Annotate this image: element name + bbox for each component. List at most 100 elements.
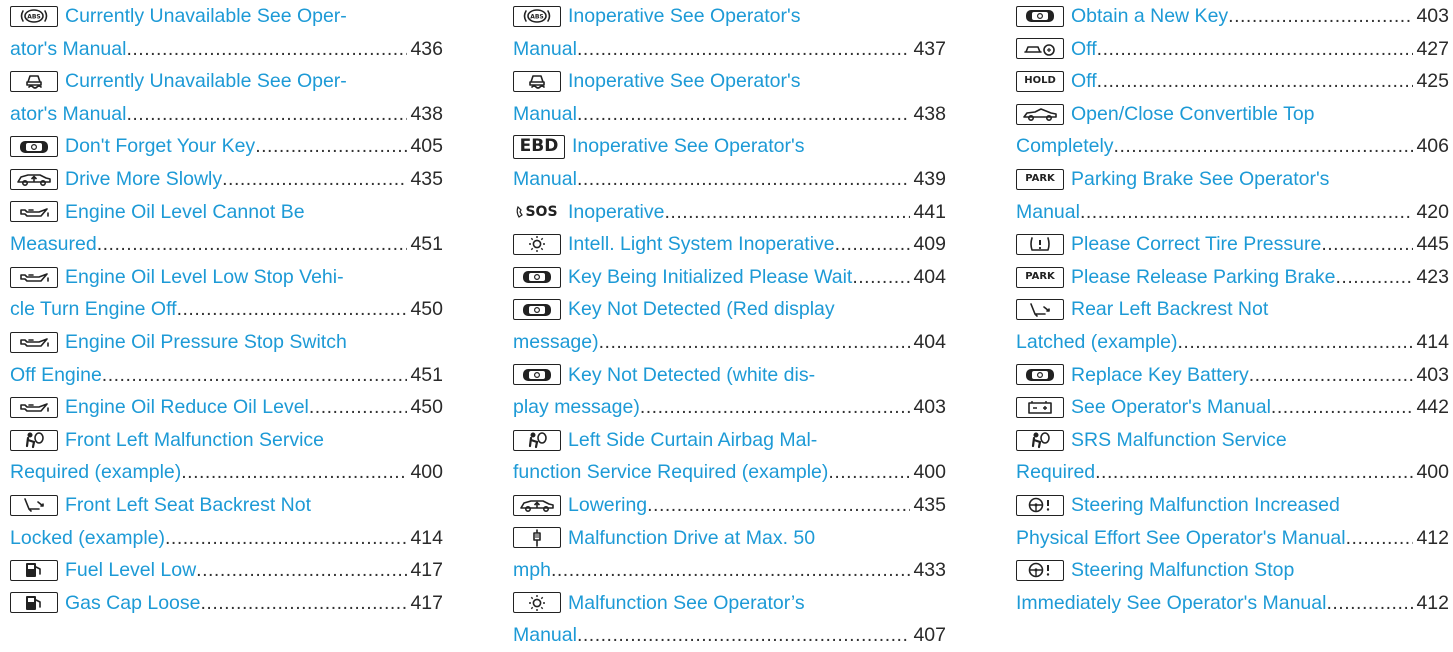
index-entry[interactable]: Engine Oil Pressure Stop Switch Off Engin…: [10, 326, 443, 391]
index-entry-continuation-line: Completely 406: [1016, 130, 1449, 163]
index-entry-text[interactable]: Latched (example): [1016, 326, 1178, 359]
index-entry-text[interactable]: Intell. Light System Inoperative: [568, 228, 835, 261]
index-entry-text[interactable]: See Operator's Manual: [1071, 391, 1271, 424]
index-entry-text[interactable]: message): [513, 326, 599, 359]
index-entry-text[interactable]: Drive More Slowly: [65, 163, 222, 196]
index-entry-text[interactable]: Currently Unavailable See Oper-: [65, 65, 347, 98]
index-entry[interactable]: HOLD Off 425: [1016, 65, 1449, 98]
index-entry[interactable]: Malfunction Drive at Max. 50 mph 433: [513, 522, 946, 587]
index-entry[interactable]: Left Side Curtain Airbag Mal-function Se…: [513, 424, 946, 489]
index-entry-text[interactable]: Left Side Curtain Airbag Mal-: [568, 424, 817, 457]
index-entry[interactable]: PARK Parking Brake See Operator'sManual 42…: [1016, 163, 1449, 228]
index-entry[interactable]: Engine Oil Reduce Oil Level 450: [10, 391, 443, 424]
index-entry-text[interactable]: Malfunction Drive at Max. 50: [568, 522, 815, 555]
index-entry[interactable]: Fuel Level Low 417: [10, 554, 443, 587]
index-entry-text[interactable]: function Service Required (example): [513, 456, 828, 489]
index-entry[interactable]: Key Not Detected (Red displaymessage) 404: [513, 293, 946, 358]
index-entry-text[interactable]: Steering Malfunction Increased: [1071, 489, 1340, 522]
index-entry[interactable]: Don't Forget Your Key 405: [10, 130, 443, 163]
index-entry-text[interactable]: Don't Forget Your Key: [65, 130, 255, 163]
index-entry[interactable]: Front Left Seat Backrest Not Locked (exam…: [10, 489, 443, 554]
index-entry[interactable]: Rear Left Backrest NotLatched (example) 4…: [1016, 293, 1449, 358]
index-entry-first-line: Obtain a New Key 403: [1016, 0, 1449, 33]
index-entry[interactable]: See Operator's Manual 442: [1016, 391, 1449, 424]
index-entry-text[interactable]: Manual: [513, 33, 577, 66]
index-entry-text[interactable]: Off: [1071, 33, 1097, 66]
index-entry-first-line: Front Left Seat Backrest Not: [10, 489, 443, 522]
index-entry-text[interactable]: Key Not Detected (white dis-: [568, 359, 815, 392]
index-entry-text[interactable]: Please Release Parking Brake: [1071, 261, 1335, 294]
index-entry[interactable]: Lowering 435: [513, 489, 946, 522]
index-entry-text[interactable]: Immediately See Operator's Manual: [1016, 587, 1326, 620]
index-entry-text[interactable]: Locked (example): [10, 522, 165, 555]
index-entry-first-line: HOLD Off 425: [1016, 65, 1449, 98]
index-entry-text[interactable]: Please Correct Tire Pressure: [1071, 228, 1321, 261]
index-entry-text[interactable]: Replace Key Battery: [1071, 359, 1249, 392]
index-entry[interactable]: Steering Malfunction Stop Immediately See…: [1016, 554, 1449, 619]
index-entry-text[interactable]: Engine Oil Level Low Stop Vehi-: [65, 261, 344, 294]
index-entry-text[interactable]: mph: [513, 554, 551, 587]
index-entry-text[interactable]: Inoperative See Operator's: [568, 65, 800, 98]
index-entry-text[interactable]: Required (example): [10, 456, 181, 489]
index-entry-text[interactable]: play message): [513, 391, 640, 424]
index-entry[interactable]: Key Being Initialized Please Wait 404: [513, 261, 946, 294]
index-entry-text[interactable]: Completely: [1016, 130, 1114, 163]
index-entry-text[interactable]: Inoperative: [568, 196, 664, 229]
index-entry-text[interactable]: Steering Malfunction Stop: [1071, 554, 1294, 587]
index-entry-text[interactable]: Engine Oil Level Cannot Be: [65, 196, 305, 229]
index-entry-text[interactable]: Key Not Detected (Red display: [568, 293, 835, 326]
index-entry-text[interactable]: Parking Brake See Operator's: [1071, 163, 1329, 196]
index-entry-text[interactable]: cle Turn Engine Off: [10, 293, 177, 326]
index-entry-text[interactable]: Currently Unavailable See Oper-: [65, 0, 347, 33]
index-entry-text[interactable]: Off Engine: [10, 359, 102, 392]
index-entry-text[interactable]: Gas Cap Loose: [65, 587, 201, 620]
index-entry-text[interactable]: Obtain a New Key: [1071, 0, 1228, 33]
index-entry[interactable]: ABS Currently Unavailable See Oper-ator's…: [10, 0, 443, 65]
index-entry[interactable]: Obtain a New Key 403: [1016, 0, 1449, 33]
index-entry-text[interactable]: Lowering: [568, 489, 647, 522]
index-entry-text[interactable]: Manual: [513, 98, 577, 131]
index-entry[interactable]: Off 427: [1016, 33, 1449, 66]
index-entry-text[interactable]: Key Being Initialized Please Wait: [568, 261, 852, 294]
index-entry-text[interactable]: Front Left Malfunction Service: [65, 424, 324, 457]
index-entry-text[interactable]: Open/Close Convertible Top: [1071, 98, 1315, 131]
index-entry[interactable]: Intell. Light System Inoperative 409: [513, 228, 946, 261]
index-entry-text[interactable]: Engine Oil Pressure Stop Switch: [65, 326, 347, 359]
index-entry[interactable]: EBD Inoperative See Operator'sManual 439: [513, 130, 946, 195]
index-entry-text[interactable]: Measured: [10, 228, 97, 261]
index-entry-text[interactable]: SRS Malfunction Service: [1071, 424, 1287, 457]
index-entry[interactable]: ABS Inoperative See Operator'sManual 437: [513, 0, 946, 65]
index-entry-text[interactable]: Manual: [1016, 196, 1080, 229]
index-entry-text[interactable]: Engine Oil Reduce Oil Level: [65, 391, 309, 424]
index-entry[interactable]: Inoperative See Operator'sManual 438: [513, 65, 946, 130]
dot-leader: [1321, 228, 1413, 261]
index-entry-text[interactable]: Required: [1016, 456, 1095, 489]
index-entry[interactable]: PARK Please Release Parking Brake 423: [1016, 261, 1449, 294]
index-entry[interactable]: SOS Inoperative 441: [513, 196, 946, 229]
index-entry[interactable]: Replace Key Battery 403: [1016, 359, 1449, 392]
index-entry[interactable]: Engine Oil Level Cannot BeMeasured 451: [10, 196, 443, 261]
index-entry[interactable]: Malfunction See Operator’sManual 407: [513, 587, 946, 652]
index-entry-text[interactable]: Manual: [513, 619, 577, 652]
index-entry[interactable]: Currently Unavailable See Oper-ator's Ma…: [10, 65, 443, 130]
index-entry-text[interactable]: Fuel Level Low: [65, 554, 196, 587]
index-entry[interactable]: Open/Close Convertible TopCompletely 406: [1016, 98, 1449, 163]
index-entry-text[interactable]: Manual: [513, 163, 577, 196]
index-entry-text[interactable]: ator's Manual: [10, 98, 126, 131]
index-entry[interactable]: Drive More Slowly 435: [10, 163, 443, 196]
index-entry-text[interactable]: Inoperative See Operator's: [568, 0, 800, 33]
index-entry-text[interactable]: ator's Manual: [10, 33, 126, 66]
index-entry-text[interactable]: Off: [1071, 65, 1097, 98]
index-entry[interactable]: Key Not Detected (white dis-play message…: [513, 359, 946, 424]
index-entry[interactable]: Gas Cap Loose 417: [10, 587, 443, 620]
index-entry[interactable]: SRS Malfunction ServiceRequired 400: [1016, 424, 1449, 489]
index-entry-text[interactable]: Rear Left Backrest Not: [1071, 293, 1268, 326]
index-entry-text[interactable]: Inoperative See Operator's: [572, 130, 804, 163]
index-entry[interactable]: Please Correct Tire Pressure 445: [1016, 228, 1449, 261]
index-entry[interactable]: Front Left Malfunction Service Required (…: [10, 424, 443, 489]
index-entry[interactable]: Engine Oil Level Low Stop Vehi-cle Turn …: [10, 261, 443, 326]
index-entry-text[interactable]: Physical Effort See Operator's Manual: [1016, 522, 1346, 555]
index-entry[interactable]: Steering Malfunction Increased Physical E…: [1016, 489, 1449, 554]
index-entry-text[interactable]: Front Left Seat Backrest Not: [65, 489, 311, 522]
index-entry-text[interactable]: Malfunction See Operator’s: [568, 587, 805, 620]
